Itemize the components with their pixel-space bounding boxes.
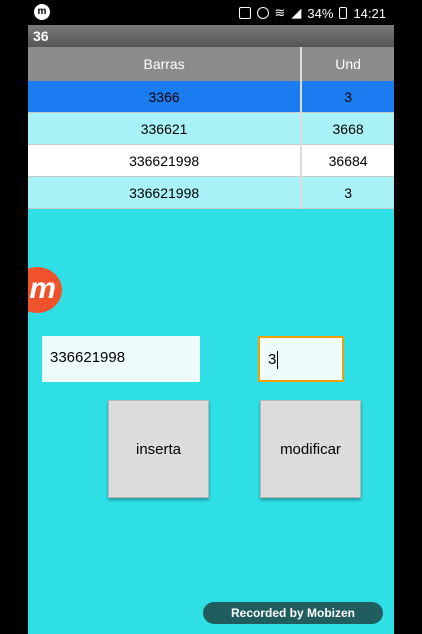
modify-button[interactable]: modificar [260, 400, 361, 498]
wifi-icon: ≋ [274, 5, 286, 20]
cell-und[interactable]: 3668 [301, 112, 394, 145]
app-titlebar: 36 [28, 25, 394, 47]
cell-barras[interactable]: 336621 [28, 112, 303, 145]
insert-button[interactable]: inserta [108, 400, 209, 498]
barras-input-value: 336621998 [50, 349, 126, 366]
battery-icon [339, 7, 348, 19]
table-row[interactable]: 336621 3668 [28, 112, 394, 145]
column-header-barras[interactable]: Barras [28, 47, 303, 81]
data-grid: Barras Und 3366 3 336621 3668 336621998 … [28, 47, 394, 209]
status-icons: ≋ ◢ 34% 14:21 [238, 5, 386, 21]
alarm-icon [256, 7, 269, 19]
cell-und[interactable]: 36684 [301, 144, 394, 177]
und-input-value: 3 [268, 351, 277, 368]
app-title: 36 [33, 28, 49, 44]
mobizen-notification-icon: m [34, 4, 50, 20]
signal-icon: ◢ [291, 5, 302, 20]
barras-input[interactable]: 336621998 [42, 336, 200, 382]
table-row[interactable]: 336621998 3 [28, 176, 394, 209]
cell-barras[interactable]: 3366 [28, 81, 303, 113]
table-header-row: Barras Und [28, 47, 394, 81]
mobizen-floating-button[interactable]: m [28, 267, 62, 313]
cell-und[interactable]: 3 [301, 176, 394, 209]
cell-und[interactable]: 3 [301, 81, 394, 113]
und-input[interactable]: 3 [258, 336, 344, 382]
clock: 14:21 [353, 5, 386, 21]
battery-percent: 34% [307, 5, 334, 21]
text-caret [277, 351, 279, 370]
column-header-und[interactable]: Und [301, 47, 394, 81]
table-row[interactable]: 3366 3 [28, 81, 394, 113]
recording-watermark: Recorded by Mobizen [203, 602, 383, 624]
cell-barras[interactable]: 336621998 [28, 176, 303, 209]
table-row[interactable]: 336621998 36684 [28, 144, 394, 177]
cell-barras[interactable]: 336621998 [28, 144, 303, 177]
app-screen: 36 Barras Und 3366 3 336621 3668 3366219… [28, 25, 394, 634]
status-bar: m ≋ ◢ 34% 14:21 [28, 0, 394, 25]
sim-icon [238, 7, 251, 19]
